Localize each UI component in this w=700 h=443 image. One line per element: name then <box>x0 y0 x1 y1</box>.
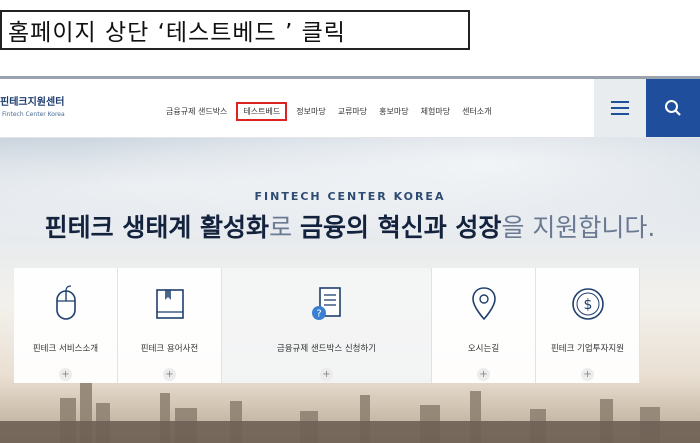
site-header: 핀테크지원센터 Fintech Center Korea 금융규제 샌드박스 테… <box>0 79 700 138</box>
hamburger-icon <box>611 101 629 115</box>
dollar-coin-icon: $ <box>571 288 604 320</box>
card-sandbox-apply[interactable]: ? 금융규제 샌드박스 신청하기 + <box>222 268 432 383</box>
nav-item-experience[interactable]: 체험마당 <box>415 103 456 120</box>
card-directions[interactable]: 오시는길 + <box>432 268 536 383</box>
plus-icon[interactable]: + <box>163 368 176 381</box>
svg-text:?: ? <box>316 309 321 320</box>
nav-item-promo[interactable]: 홍보마당 <box>373 103 414 120</box>
instruction-caption: 홈페이지 상단 ‘테스트베드 ’ 클릭 <box>0 10 470 50</box>
card-label: 오시는길 <box>467 344 500 354</box>
nav-item-testbed[interactable]: 테스트베드 <box>236 102 288 121</box>
headline-part-4: 을 지원합니다. <box>501 213 656 242</box>
logo-subtitle: Fintech Center Korea <box>2 111 65 118</box>
hero-banner: FINTECH CENTER KOREA 핀테크 생태계 활성화로 금융의 혁신… <box>0 138 700 443</box>
site-logo[interactable]: 핀테크지원센터 Fintech Center Korea <box>0 93 65 118</box>
quick-link-cards: 핀테크 서비스소개 + 핀테크 용어사전 + ? 금융규제 샌드박스 신청하기 … <box>14 268 640 383</box>
plus-icon[interactable]: + <box>477 368 490 381</box>
card-label: 핀테크 기업투자지원 <box>550 344 625 354</box>
card-label: 핀테크 용어사전 <box>140 344 199 354</box>
card-service-intro[interactable]: 핀테크 서비스소개 + <box>14 268 118 383</box>
logo-title: 핀테크지원센터 <box>0 97 65 108</box>
location-pin-icon <box>471 287 496 321</box>
card-glossary[interactable]: 핀테크 용어사전 + <box>118 268 222 383</box>
plus-icon[interactable]: + <box>59 368 72 381</box>
website-screenshot: 핀테크지원센터 Fintech Center Korea 금융규제 샌드박스 테… <box>0 76 700 443</box>
nav-item-info[interactable]: 정보마당 <box>290 103 331 120</box>
headline-part-3: 금융의 혁신과 성장 <box>300 213 502 242</box>
nav-item-sandbox[interactable]: 금융규제 샌드박스 <box>160 103 233 120</box>
mouse-icon <box>55 285 76 320</box>
document-question-icon: ? <box>311 287 341 320</box>
search-icon <box>665 100 681 116</box>
search-button[interactable] <box>646 79 700 137</box>
card-investment-support[interactable]: $ 핀테크 기업투자지원 + <box>536 268 640 383</box>
card-label: 핀테크 서비스소개 <box>32 344 99 354</box>
plus-icon[interactable]: + <box>320 368 333 381</box>
nav-item-exchange[interactable]: 교류마당 <box>332 103 373 120</box>
hero-subtitle: FINTECH CENTER KOREA <box>254 190 446 203</box>
card-label: 금융규제 샌드박스 신청하기 <box>276 344 377 354</box>
book-icon <box>155 289 184 319</box>
headline-part-2: 로 <box>269 213 301 242</box>
menu-button[interactable] <box>594 79 646 137</box>
headline-part-1: 핀테크 생태계 활성화 <box>44 213 270 242</box>
hero-headline: 핀테크 생태계 활성화로 금융의 혁신과 성장을 지원합니다. <box>0 208 700 244</box>
plus-icon[interactable]: + <box>581 368 594 381</box>
nav-item-about[interactable]: 센터소개 <box>456 103 497 120</box>
main-nav: 금융규제 샌드박스 테스트베드 정보마당 교류마당 홍보마당 체험마당 센터소개 <box>160 102 498 121</box>
svg-text:$: $ <box>583 297 592 313</box>
city-skyline-image <box>0 383 700 443</box>
